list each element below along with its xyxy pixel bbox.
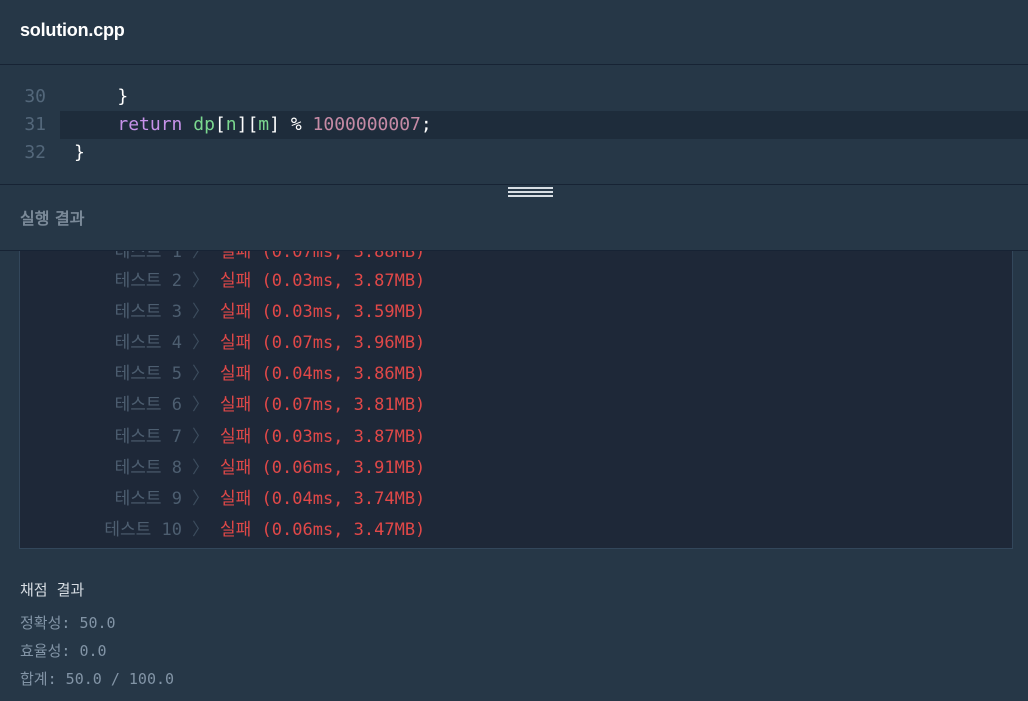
test-status: 실패 (0.07ms, 3.96MB)	[220, 333, 426, 353]
identifier-token: n	[225, 114, 237, 135]
code-line[interactable]: 30 }	[0, 83, 1028, 111]
test-status: 실패 (0.06ms, 3.91MB)	[220, 458, 426, 478]
test-row: 테스트 5 〉 실패 (0.04ms, 3.86MB)	[20, 359, 1012, 390]
test-label: 테스트 3	[114, 302, 182, 322]
chevron-right-icon: 〉	[192, 520, 209, 540]
result-title: 실행 결과	[20, 209, 85, 228]
test-label: 테스트 4	[114, 333, 182, 353]
test-status: 실패 (0.04ms, 3.86MB)	[220, 364, 426, 384]
number-token: 1000000007	[312, 114, 421, 135]
code-text[interactable]: }	[74, 139, 85, 167]
test-label: 테스트 9	[114, 489, 182, 509]
test-row: 테스트 7 〉 실패 (0.03ms, 3.87MB)	[20, 422, 1012, 453]
test-row: 테스트 2 〉 실패 (0.03ms, 3.87MB)	[20, 266, 1012, 297]
test-label: 테스트 2	[114, 271, 182, 291]
test-status: 실패 (0.03ms, 3.87MB)	[220, 271, 426, 291]
test-result-console[interactable]: 테스트 1 〉 실패 (0.07ms, 3.88MB) 테스트 2 〉 실패 (…	[19, 251, 1013, 549]
test-row: 테스트 3 〉 실패 (0.03ms, 3.59MB)	[20, 297, 1012, 328]
test-row: 테스트 6 〉 실패 (0.07ms, 3.81MB)	[20, 390, 1012, 421]
test-label: 테스트 5	[114, 364, 182, 384]
file-name[interactable]: solution.cpp	[20, 20, 125, 41]
test-status: 실패 (0.06ms, 3.47MB)	[220, 520, 426, 540]
test-label: 테스트 8	[114, 458, 182, 478]
total-score: 합계: 50.0 / 100.0	[20, 670, 175, 688]
file-tab-bar: solution.cpp	[0, 0, 1028, 65]
line-number: 32	[24, 142, 46, 163]
operator-token: %	[290, 114, 302, 135]
test-row: 테스트 9 〉 실패 (0.04ms, 3.74MB)	[20, 484, 1012, 515]
test-label: 테스트 10	[104, 520, 182, 540]
code-editor[interactable]: 30 } 31 return dp[n][m] % 1000000007; 32…	[0, 65, 1028, 185]
resize-handle-icon[interactable]	[508, 187, 553, 201]
identifier-token: dp	[193, 114, 215, 135]
identifier-token: m	[258, 114, 270, 135]
chevron-right-icon: 〉	[192, 364, 209, 384]
semicolon-token: ;	[420, 114, 432, 135]
test-row: 테스트 4 〉 실패 (0.07ms, 3.96MB)	[20, 328, 1012, 359]
test-row: 테스트 8 〉 실패 (0.06ms, 3.91MB)	[20, 453, 1012, 484]
chevron-right-icon: 〉	[192, 395, 209, 415]
code-text[interactable]: }	[74, 83, 128, 111]
keyword-token: return	[117, 114, 183, 135]
test-label: 테스트 6	[114, 395, 182, 415]
code-text[interactable]: return dp[n][m] % 1000000007;	[74, 111, 432, 139]
test-status: 실패 (0.03ms, 3.87MB)	[220, 427, 426, 447]
accuracy-score: 정확성: 50.0	[20, 614, 116, 632]
line-number: 30	[24, 86, 46, 107]
line-number: 31	[24, 114, 46, 135]
chevron-right-icon: 〉	[192, 458, 209, 478]
chevron-right-icon: 〉	[192, 489, 209, 509]
chevron-right-icon: 〉	[192, 333, 209, 353]
test-label: 테스트 7	[114, 427, 182, 447]
grading-title: 채점 결과	[20, 581, 85, 599]
test-status: 실패 (0.03ms, 3.59MB)	[220, 302, 426, 322]
test-row: 테스트 10 〉 실패 (0.06ms, 3.47MB)	[20, 515, 1012, 546]
efficiency-score: 효율성: 0.0	[20, 642, 107, 660]
test-status: 실패 (0.04ms, 3.74MB)	[220, 489, 426, 509]
chevron-right-icon: 〉	[192, 427, 209, 447]
chevron-right-icon: 〉	[192, 302, 209, 322]
code-line[interactable]: 32 }	[0, 139, 1028, 167]
code-line-active[interactable]: 31 return dp[n][m] % 1000000007;	[0, 111, 1028, 139]
test-status: 실패 (0.07ms, 3.81MB)	[220, 395, 426, 415]
chevron-right-icon: 〉	[192, 271, 209, 291]
